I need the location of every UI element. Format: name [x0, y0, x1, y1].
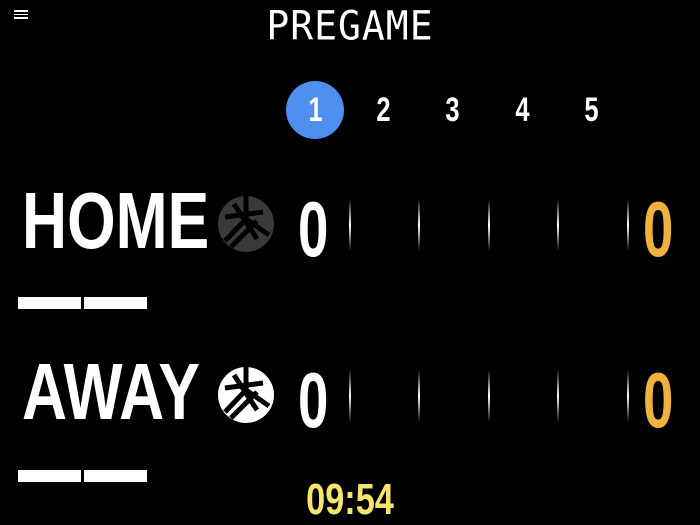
home-serve-volleyball-icon[interactable] [217, 195, 275, 253]
home-set-divider [557, 199, 559, 251]
game-status: PREGAME [266, 2, 434, 50]
away-set-divider [627, 370, 629, 422]
home-set-divider [627, 199, 629, 251]
away-match-score: 0 [643, 356, 674, 444]
set-5-button[interactable]: 5 [562, 81, 620, 139]
set-2-button[interactable]: 2 [354, 81, 412, 139]
away-set-divider [557, 370, 559, 422]
home-set-divider [349, 199, 351, 251]
away-set-divider [349, 370, 351, 422]
game-clock[interactable]: 09:54 [77, 478, 623, 522]
away-serve-volleyball-icon[interactable] [217, 366, 275, 424]
away-set-divider [418, 370, 420, 422]
away-timeout-indicator[interactable] [18, 470, 81, 482]
home-timeout-indicator[interactable] [18, 297, 81, 309]
home-set-divider [488, 199, 490, 251]
set-1-button[interactable]: 1 [286, 81, 344, 139]
home-set-divider [418, 199, 420, 251]
set-4-button[interactable]: 4 [493, 81, 551, 139]
home-team-name[interactable]: HOME [22, 181, 209, 261]
away-set-score[interactable]: 0 [298, 361, 328, 439]
away-team-name[interactable]: AWAY [22, 352, 200, 432]
away-set-divider [488, 370, 490, 422]
home-set-score[interactable]: 0 [298, 190, 328, 268]
home-match-score: 0 [643, 185, 674, 273]
set-3-button[interactable]: 3 [423, 81, 481, 139]
home-timeout-indicator[interactable] [84, 297, 147, 309]
